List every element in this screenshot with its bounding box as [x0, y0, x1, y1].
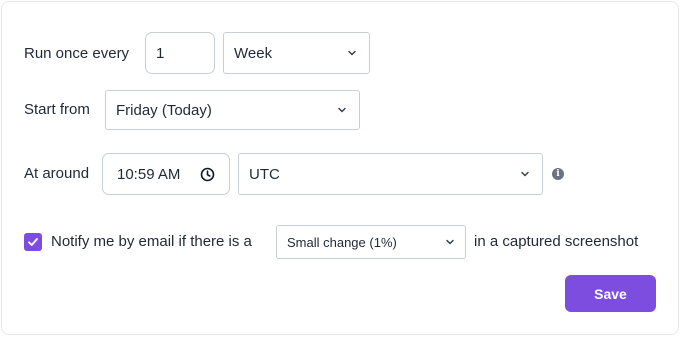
chevron-down-icon — [520, 169, 530, 179]
checkmark-icon — [28, 238, 38, 246]
chevron-down-icon — [445, 237, 455, 247]
timezone-select[interactable]: UTC — [238, 153, 543, 195]
save-button[interactable]: Save — [565, 275, 656, 312]
notify-prefix-label: Notify me by email if there is a — [51, 233, 252, 250]
change-threshold-select[interactable]: Small change (1%) — [276, 225, 466, 259]
start-day-text: Friday (Today) — [116, 101, 212, 119]
notify-checkbox[interactable] — [24, 233, 42, 251]
info-icon[interactable]: i — [552, 168, 564, 180]
timezone-text: UTC — [249, 165, 280, 183]
clock-icon[interactable] — [200, 167, 215, 182]
chevron-down-icon — [337, 105, 347, 115]
at-around-label: At around — [24, 165, 90, 182]
time-input[interactable]: 10:59 AM — [102, 153, 230, 195]
interval-value-input[interactable]: 1 — [145, 32, 215, 74]
change-threshold-text: Small change (1%) — [287, 234, 397, 250]
start-from-label: Start from — [24, 101, 90, 118]
notify-suffix-label: in a captured screenshot — [474, 233, 639, 250]
interval-unit-select[interactable]: Week — [223, 32, 370, 74]
run-once-every-label: Run once every — [24, 45, 130, 62]
start-day-select[interactable]: Friday (Today) — [105, 90, 360, 130]
interval-value-text: 1 — [156, 44, 165, 62]
chevron-down-icon — [347, 48, 357, 58]
